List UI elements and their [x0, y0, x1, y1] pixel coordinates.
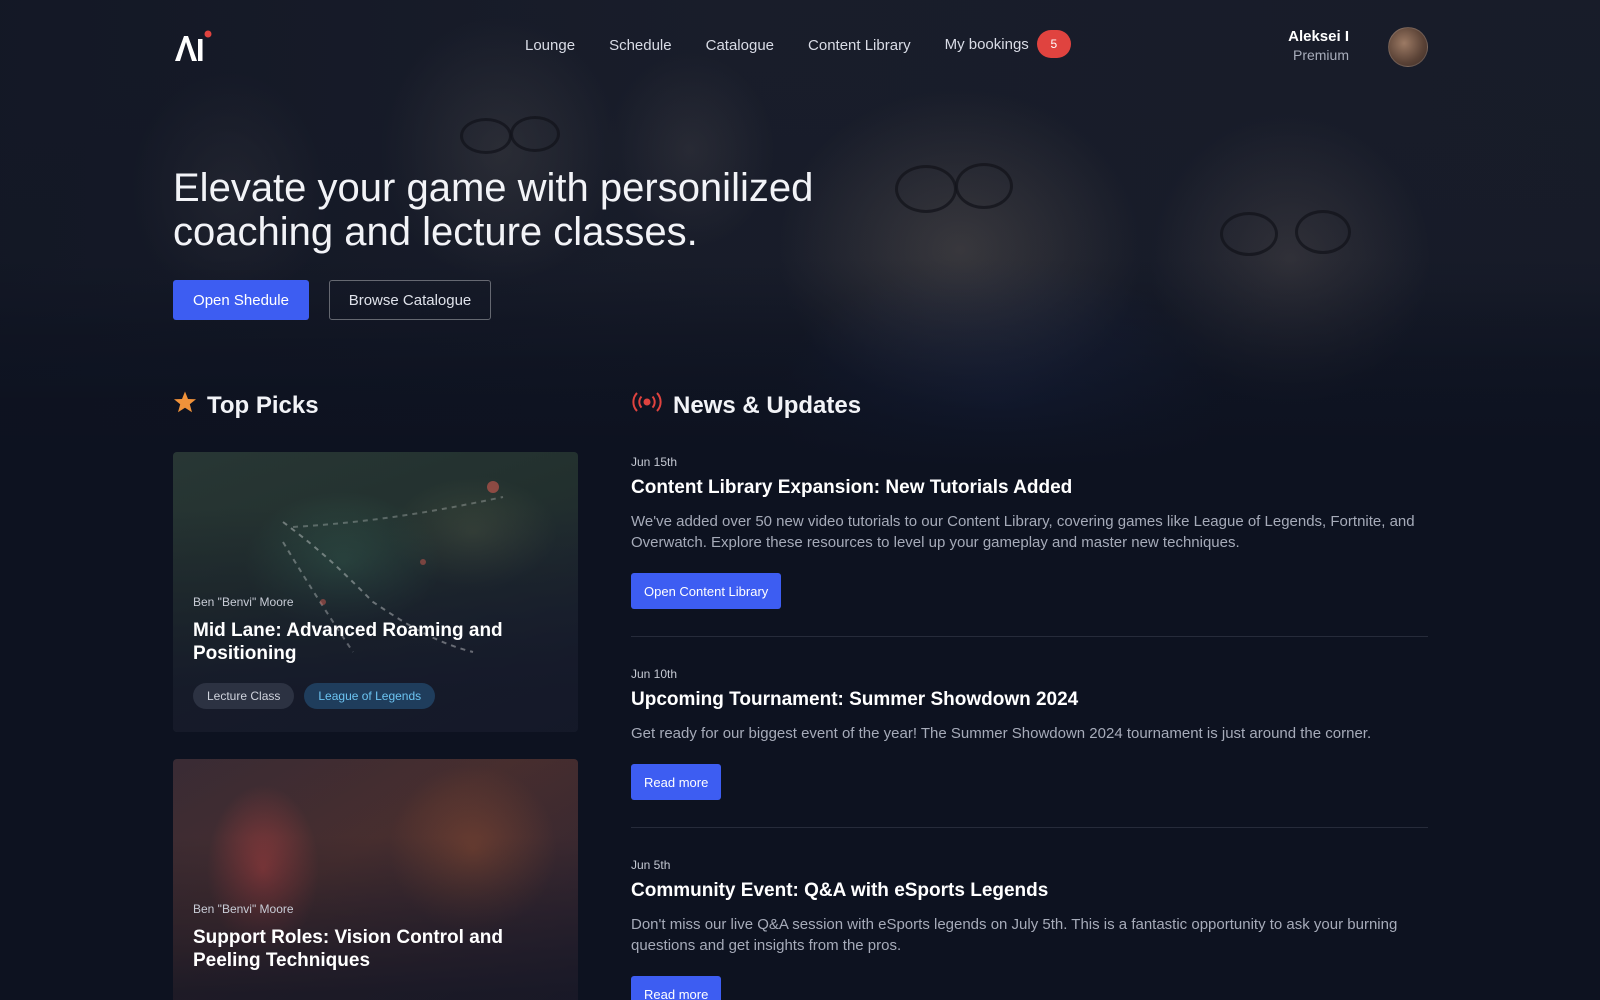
card-author: Ben "Benvi" Moore	[193, 902, 294, 916]
card-body: Ben "Benvi" Moore Support Roles: Vision …	[193, 902, 558, 972]
user-info[interactable]: Aleksei I Premium	[1288, 28, 1349, 63]
news-text: Don't miss our live Q&A session with eSp…	[631, 916, 1398, 954]
tag-league-of-legends[interactable]: League of Legends	[304, 683, 436, 709]
card-title: Support Roles: Vision Control and Peelin…	[193, 927, 503, 971]
glasses-shape	[460, 118, 512, 154]
divider	[631, 636, 1428, 637]
top-pick-card[interactable]: Ben "Benvi" Moore Support Roles: Vision …	[173, 759, 578, 1000]
top-pick-card[interactable]: Ben "Benvi" Moore Mid Lane: Advanced Roa…	[173, 452, 578, 732]
user-plan: Premium	[1292, 47, 1349, 63]
read-more-button[interactable]: Read more	[631, 976, 722, 1000]
broadcast-icon	[631, 390, 663, 421]
news-item: Jun 15th Content Library Expansion: New …	[631, 455, 1428, 609]
my-bookings-label: My bookings	[944, 35, 1029, 53]
hero-title: Elevate your game with personilized coac…	[173, 166, 814, 254]
news-heading: News & Updates	[631, 390, 861, 421]
card-body: Ben "Benvi" Moore Mid Lane: Advanced Roa…	[193, 595, 558, 709]
news-title[interactable]: Community Event: Q&A with eSports Legend…	[631, 880, 1428, 902]
news-title[interactable]: Content Library Expansion: New Tutorials…	[631, 477, 1428, 499]
news-text: Get ready for our biggest event of the y…	[631, 725, 1372, 742]
glasses-shape	[510, 116, 560, 152]
browse-catalogue-button[interactable]: Browse Catalogue	[329, 280, 491, 320]
bookings-count-badge: 5	[1036, 30, 1071, 58]
news-item: Jun 10th Upcoming Tournament: Summer Sho…	[631, 667, 1428, 800]
open-schedule-button[interactable]: Open Shedule	[173, 280, 309, 320]
ai-logo-icon[interactable]	[173, 30, 213, 64]
glasses-shape	[895, 165, 957, 213]
glasses-shape	[955, 163, 1013, 209]
star-icon	[173, 390, 197, 421]
card-author: Ben "Benvi" Moore	[193, 595, 294, 609]
nav-schedule[interactable]: Schedule	[609, 37, 672, 58]
nav-links: Lounge Schedule Catalogue Content Librar…	[525, 30, 1071, 58]
divider	[631, 827, 1428, 828]
nav-content-library[interactable]: Content Library	[808, 37, 911, 58]
glasses-shape	[1220, 212, 1278, 256]
top-navigation: Lounge Schedule Catalogue Content Librar…	[0, 0, 1600, 92]
card-tags: Lecture Class League of Legends	[193, 683, 558, 709]
open-content-library-button[interactable]: Open Content Library	[631, 573, 782, 609]
nav-catalogue[interactable]: Catalogue	[706, 37, 774, 58]
top-picks-title: Top Picks	[207, 391, 319, 419]
read-more-button[interactable]: Read more	[631, 764, 722, 800]
news-item: Jun 5th Community Event: Q&A with eSport…	[631, 858, 1428, 1000]
avatar[interactable]	[1388, 27, 1428, 67]
news-date: Jun 5th	[631, 858, 671, 872]
nav-lounge[interactable]: Lounge	[525, 37, 575, 58]
glasses-shape	[1295, 210, 1351, 254]
user-name: Aleksei I	[1288, 28, 1349, 45]
card-title: Mid Lane: Advanced Roaming and Positioni…	[193, 620, 503, 664]
news-title-heading: News & Updates	[673, 391, 862, 419]
nav-my-bookings[interactable]: My bookings 5	[945, 30, 1071, 58]
news-date: Jun 15th	[631, 455, 678, 469]
tag-lecture-class[interactable]: Lecture Class	[193, 683, 295, 709]
news-title[interactable]: Upcoming Tournament: Summer Showdown 202…	[631, 689, 1428, 711]
news-date: Jun 10th	[631, 667, 678, 681]
top-picks-heading: Top Picks	[173, 390, 319, 421]
news-text: We've added over 50 new video tutorials …	[631, 513, 1415, 551]
